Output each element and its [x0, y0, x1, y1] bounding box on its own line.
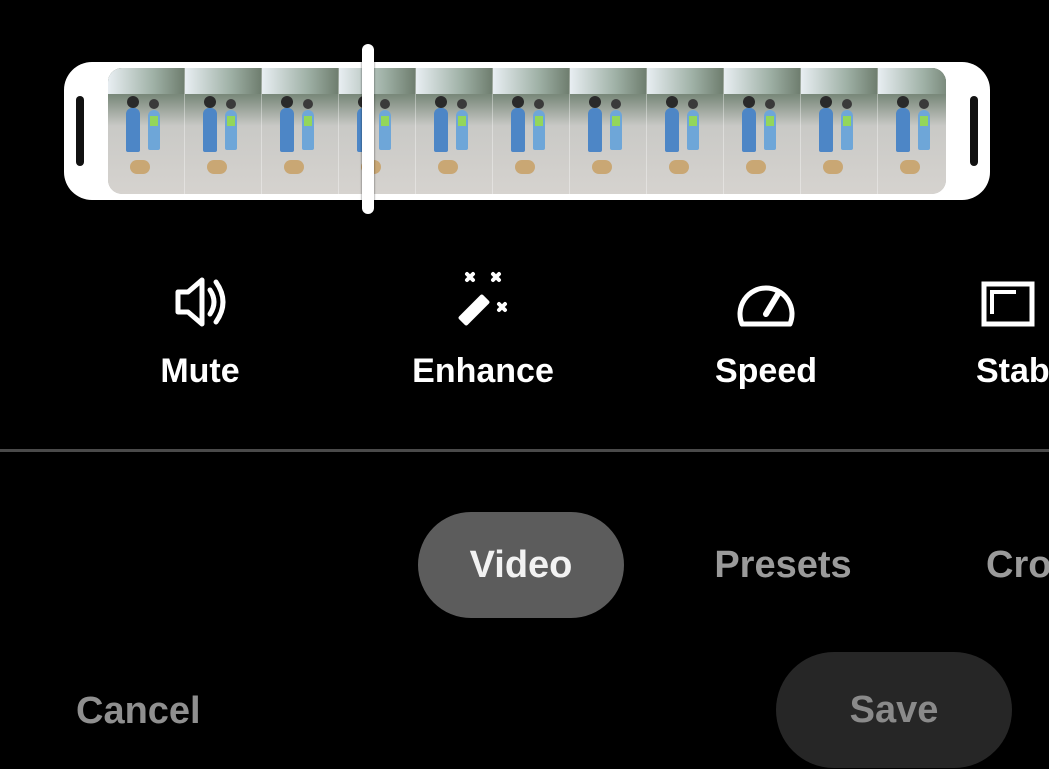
- speed-button[interactable]: Speed: [706, 270, 826, 391]
- tool-row: Mute Enhance Speed Stab: [0, 270, 1049, 400]
- filmstrip-frame: [339, 68, 416, 194]
- speedometer-icon: [734, 270, 798, 334]
- stabilize-button[interactable]: Stab: [976, 270, 1049, 391]
- filmstrip-frame: [801, 68, 878, 194]
- enhance-label: Enhance: [412, 352, 554, 390]
- stabilize-label: Stab: [976, 352, 1049, 390]
- filmstrip: [108, 68, 946, 194]
- mute-label: Mute: [160, 352, 240, 390]
- stabilize-icon: [976, 270, 1040, 334]
- filmstrip-frame: [724, 68, 801, 194]
- tab-presets[interactable]: Presets: [704, 512, 862, 618]
- filmstrip-frame: [647, 68, 724, 194]
- speed-label: Speed: [714, 352, 818, 390]
- filmstrip-frame: [878, 68, 946, 194]
- save-button[interactable]: Save: [776, 652, 1012, 768]
- filmstrip-frame: [262, 68, 339, 194]
- trim-handle-start[interactable]: [76, 96, 84, 166]
- filmstrip-frame: [416, 68, 493, 194]
- playhead[interactable]: [362, 44, 374, 214]
- filmstrip-frame: [108, 68, 185, 194]
- mute-button[interactable]: Mute: [140, 270, 260, 391]
- trim-handle-end[interactable]: [970, 96, 978, 166]
- tab-video[interactable]: Video: [418, 512, 624, 618]
- video-trimmer[interactable]: [64, 62, 990, 200]
- speaker-icon: [168, 270, 232, 334]
- filmstrip-frame: [570, 68, 647, 194]
- filmstrip-frame: [493, 68, 570, 194]
- magic-wand-icon: [451, 270, 515, 334]
- divider: [0, 449, 1049, 452]
- tab-crop[interactable]: Cro: [986, 512, 1049, 618]
- enhance-button[interactable]: Enhance: [404, 270, 562, 391]
- filmstrip-frame: [185, 68, 262, 194]
- cancel-button[interactable]: Cancel: [76, 676, 201, 746]
